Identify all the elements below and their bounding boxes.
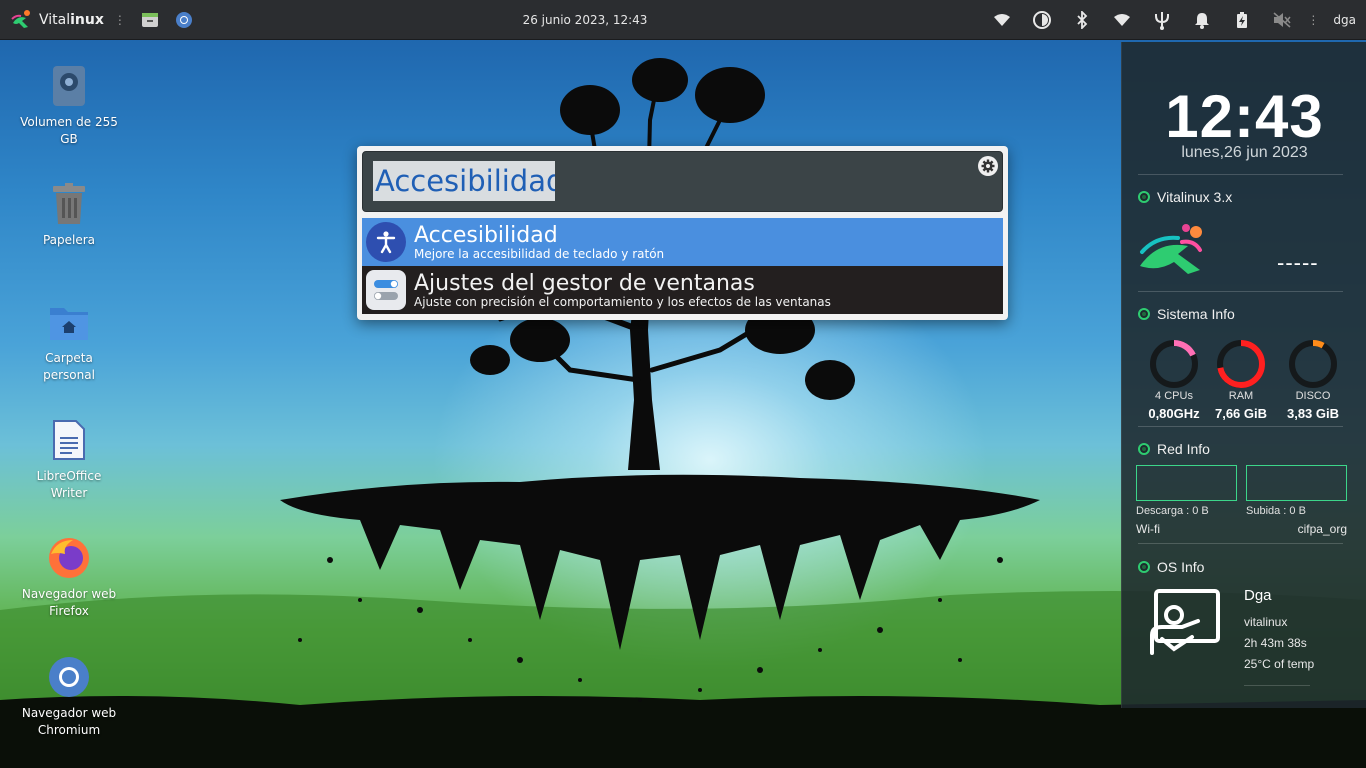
os-uptime: 2h 43m 38s bbox=[1244, 636, 1307, 650]
upload-label: Subida : 0 B bbox=[1246, 505, 1306, 517]
system-gauges bbox=[1150, 340, 1337, 388]
upload-graph bbox=[1246, 465, 1347, 501]
desktop-icon-home[interactable]: Carpeta personal bbox=[19, 300, 119, 384]
result-title: Accesibilidad bbox=[414, 222, 558, 248]
chromium-icon bbox=[47, 655, 91, 699]
file-manager-icon bbox=[141, 12, 158, 27]
widget-date: lunes,26 jun 2023 bbox=[1181, 144, 1308, 161]
top-panel: Vitalinux ⋮ 26 junio 2023, 12:43 ⋮ dga bbox=[0, 0, 1366, 40]
vitalinux-menu-button[interactable]: Vitalinux bbox=[10, 0, 104, 40]
widget-clock: 12:43 bbox=[1165, 83, 1324, 150]
settings-button[interactable] bbox=[978, 156, 998, 176]
volume-muted-icon[interactable] bbox=[1271, 9, 1293, 31]
bluetooth-icon[interactable] bbox=[1071, 9, 1093, 31]
panel-separator: ⋮ bbox=[113, 12, 126, 27]
os-temperature: 25°C of temp bbox=[1244, 657, 1315, 671]
chromium-small-icon bbox=[175, 11, 192, 28]
desktop-icon-writer[interactable]: LibreOffice Writer bbox=[19, 418, 119, 502]
section-os: OS Info bbox=[1138, 559, 1204, 575]
cpu-label: 4 CPUs bbox=[1155, 390, 1193, 402]
divider bbox=[1138, 543, 1343, 544]
search-popup: Accesibilidad Mejore la accesibilidad de… bbox=[357, 146, 1008, 320]
status-dot-icon bbox=[1138, 443, 1150, 455]
desktop-icon-label: Volumen de 255 GB bbox=[20, 115, 118, 146]
section-sistema: Sistema Info bbox=[1138, 306, 1235, 322]
result-subtitle: Mejore la accesibilidad de teclado y rat… bbox=[414, 246, 665, 261]
section-red: Red Info bbox=[1138, 441, 1210, 457]
brand-name: Vitalinux bbox=[39, 11, 104, 28]
vitalinux-mascot-icon bbox=[1140, 224, 1202, 274]
status-dot-icon bbox=[1138, 308, 1150, 320]
usb-trident-icon[interactable] bbox=[1151, 9, 1173, 31]
drive-icon bbox=[47, 64, 91, 108]
contrast-icon[interactable] bbox=[1031, 9, 1053, 31]
search-result-accessibility[interactable]: Accesibilidad Mejore la accesibilidad de… bbox=[362, 218, 1003, 266]
disk-label: DISCO bbox=[1295, 390, 1331, 402]
download-graph bbox=[1136, 465, 1237, 501]
system-widget-panel: 12:43 lunes,26 jun 2023 Vitalinux 3.x --… bbox=[1121, 42, 1366, 708]
desktop-icon-volume[interactable]: Volumen de 255 GB bbox=[19, 64, 119, 148]
gauge-track bbox=[1289, 340, 1337, 388]
section-vitalinux: Vitalinux 3.x bbox=[1138, 189, 1232, 205]
ram-value: 7,66 GiB bbox=[1214, 406, 1268, 421]
battery-charging-icon[interactable] bbox=[1231, 9, 1253, 31]
search-box bbox=[362, 151, 1003, 212]
desktop-icon-label: Carpeta personal bbox=[43, 351, 95, 382]
writer-icon bbox=[47, 418, 91, 462]
os-username: Dga bbox=[1244, 587, 1272, 604]
system-tray: ⋮ dga bbox=[973, 0, 1356, 40]
file-manager-launcher[interactable] bbox=[140, 10, 160, 30]
firefox-icon bbox=[47, 536, 91, 580]
divider bbox=[1244, 685, 1310, 686]
desktop-icon-label: LibreOffice Writer bbox=[36, 469, 102, 500]
network-ssid: cifpa_org bbox=[1297, 522, 1347, 536]
desktop-icon-label: Papelera bbox=[42, 233, 96, 247]
os-hostname: vitalinux bbox=[1244, 615, 1288, 629]
desktop-icon-label: Navegador web Firefox bbox=[21, 587, 117, 618]
status-dot-icon bbox=[1138, 561, 1150, 573]
divider bbox=[1138, 291, 1343, 292]
disk-value: 3,83 GiB bbox=[1286, 406, 1340, 421]
toggle-settings-icon bbox=[366, 270, 406, 310]
desktop-icon-label: Navegador web Chromium bbox=[21, 706, 117, 737]
trash-icon bbox=[47, 182, 91, 226]
ram-label: RAM bbox=[1228, 390, 1254, 402]
divider bbox=[1138, 174, 1343, 175]
search-result-window-manager[interactable]: Ajustes del gestor de ventanas Ajuste co… bbox=[362, 266, 1003, 314]
result-title: Ajustes del gestor de ventanas bbox=[414, 270, 755, 296]
gear-icon bbox=[981, 159, 995, 173]
result-subtitle: Ajuste con precisión el comportamiento y… bbox=[414, 294, 831, 309]
desktop-icon-chromium[interactable]: Navegador web Chromium bbox=[19, 655, 119, 739]
tray-separator: ⋮ bbox=[1307, 13, 1320, 27]
bell-icon[interactable] bbox=[1191, 9, 1213, 31]
wifi-icon[interactable] bbox=[991, 9, 1013, 31]
desktop-icon-trash[interactable]: Papelera bbox=[19, 182, 119, 249]
wifi-icon[interactable] bbox=[1111, 9, 1133, 31]
home-folder-icon bbox=[47, 300, 91, 344]
status-dot-icon bbox=[1138, 191, 1150, 203]
version-value: ----- bbox=[1277, 250, 1319, 275]
user-menu[interactable]: dga bbox=[1333, 13, 1356, 27]
divider bbox=[1138, 426, 1343, 427]
accessibility-icon bbox=[366, 222, 406, 262]
vitalinux-logo-icon bbox=[11, 9, 30, 28]
network-interface: Wi-fi bbox=[1136, 522, 1160, 536]
search-input[interactable] bbox=[373, 161, 555, 201]
desktop-icon-firefox[interactable]: Navegador web Firefox bbox=[19, 536, 119, 620]
chromium-launcher[interactable] bbox=[174, 10, 194, 30]
teacher-board-icon bbox=[1150, 589, 1220, 655]
download-label: Descarga : 0 B bbox=[1136, 505, 1209, 517]
